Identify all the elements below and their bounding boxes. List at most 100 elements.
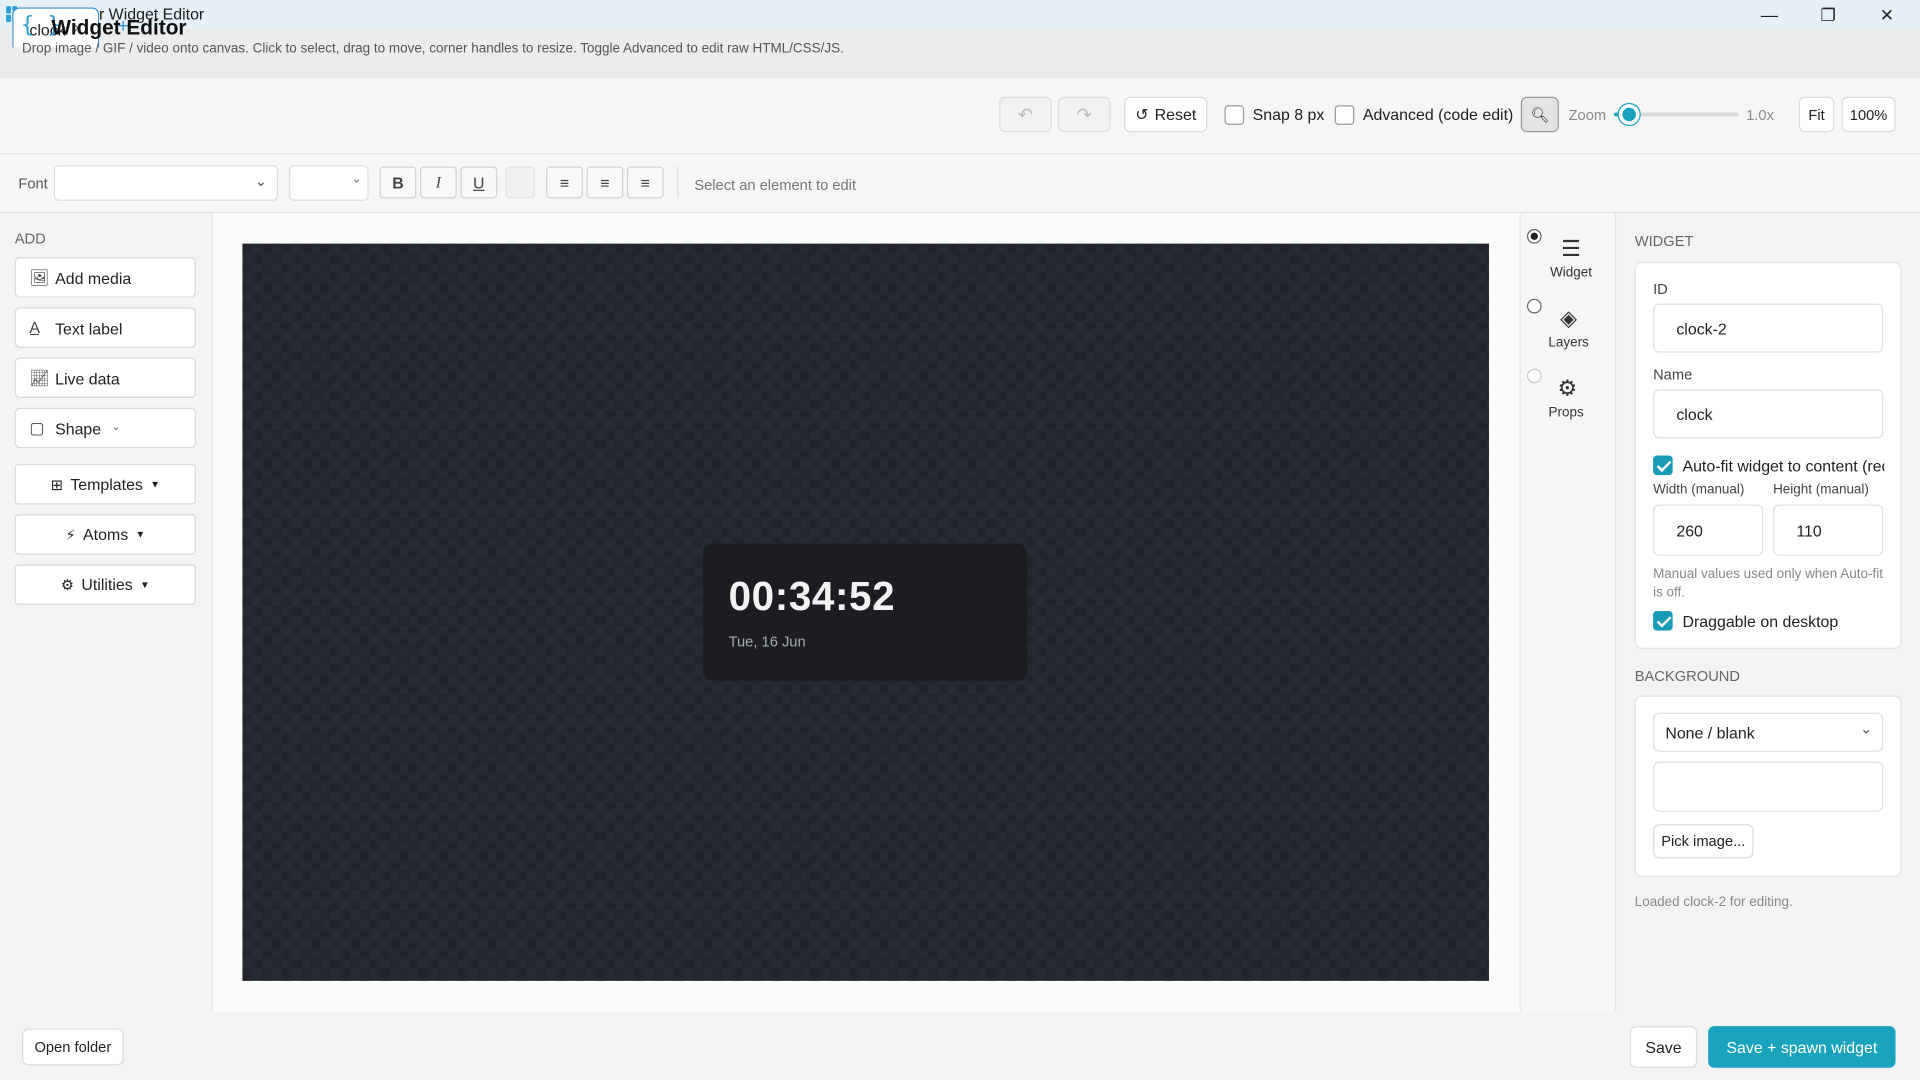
image-icon: 🖼︎: [29, 268, 50, 287]
autofit-checkbox[interactable]: [1653, 455, 1673, 476]
chart-icon: 📈︎: [29, 368, 50, 387]
text-label-label: Text label: [55, 319, 123, 338]
chevron-down-icon: ⌄: [1860, 720, 1873, 738]
align-center-icon: ≡: [600, 173, 610, 192]
align-left-button[interactable]: ≡: [546, 166, 583, 199]
selection-hint: Select an element to edit: [694, 176, 857, 194]
undo-icon: ↶: [1017, 104, 1034, 126]
caret-down-icon: ▼: [140, 579, 150, 591]
atoms-menu-button[interactable]: ⚡︎ Atoms ▼: [14, 514, 196, 555]
manual-note: Manual values used only when Auto-fit is…: [1653, 566, 1883, 601]
grid-icon: ⊞: [50, 475, 63, 493]
italic-button[interactable]: I: [420, 166, 457, 199]
pick-image-button[interactable]: Pick image...: [1653, 824, 1754, 859]
templates-menu-button[interactable]: ⊞ Templates ▼: [14, 464, 196, 505]
minimize-button[interactable]: —: [1741, 0, 1797, 29]
utilities-menu-button[interactable]: ⚙︎ Utilities ▼: [14, 564, 196, 605]
square-icon: ▢: [29, 418, 45, 438]
widget-section-heading: WIDGET: [1634, 232, 1694, 250]
open-folder-button[interactable]: Open folder: [22, 1028, 124, 1066]
zoom-100-button[interactable]: 100%: [1841, 96, 1896, 133]
add-shape-button[interactable]: ▢ Shape ⌄: [14, 407, 196, 449]
nav-props-label[interactable]: Props: [1536, 405, 1597, 420]
panel-switcher: [1520, 213, 1617, 1012]
id-field[interactable]: clock-2: [1653, 303, 1884, 353]
save-spawn-button[interactable]: Save + spawn widget: [1708, 1026, 1896, 1068]
chevron-down-icon: ⌄: [254, 172, 268, 190]
caret-down-icon: ▼: [135, 528, 146, 541]
zoom-label: Zoom: [1568, 106, 1607, 124]
advanced-label: Advanced (code edit): [1362, 105, 1514, 124]
id-label: ID: [1653, 280, 1668, 298]
background-section-heading: BACKGROUND: [1634, 667, 1741, 685]
toolbar-divider: [677, 166, 679, 199]
align-right-button[interactable]: ≡: [626, 166, 664, 199]
advanced-checkbox[interactable]: [1334, 105, 1355, 125]
background-select-value: None / blank: [1665, 723, 1755, 742]
font-size-select[interactable]: ⌄: [288, 165, 369, 201]
restore-button[interactable]: ❐: [1800, 0, 1856, 29]
snap-checkbox[interactable]: [1224, 105, 1245, 125]
font-family-select[interactable]: ⌄: [53, 165, 278, 201]
width-input[interactable]: 260: [1653, 504, 1764, 556]
search-icon: 🔍︎: [1530, 105, 1550, 124]
align-right-icon: ≡: [640, 173, 650, 192]
atom-icon: ⚡︎: [65, 525, 76, 544]
autofit-label: Auto-fit widget to content (rec: [1682, 456, 1885, 476]
font-label: Font: [18, 175, 48, 193]
redo-button[interactable]: ↷: [1057, 96, 1111, 133]
page-title: Widget Editor: [51, 15, 187, 40]
add-media-label: Add media: [55, 269, 132, 288]
chevron-down-icon: ⌄: [111, 420, 121, 433]
add-text-label-button[interactable]: A̲ Text label: [14, 307, 196, 348]
text-icon: A̲: [29, 318, 41, 337]
draggable-checkbox[interactable]: [1653, 611, 1673, 631]
undo-button[interactable]: ↶: [999, 96, 1052, 133]
reset-icon: ↺: [1135, 104, 1149, 124]
nav-widget-label[interactable]: Widget: [1540, 266, 1601, 281]
layers-icon[interactable]: ◈: [1544, 306, 1593, 332]
bold-button[interactable]: B: [379, 166, 417, 199]
height-label: Height (manual): [1773, 482, 1869, 498]
width-label: Width (manual): [1653, 482, 1745, 498]
clock-time-text[interactable]: 00:34:52: [729, 573, 896, 620]
name-field[interactable]: clock: [1653, 389, 1884, 439]
add-live-data-button[interactable]: 📈︎ Live data: [14, 357, 196, 398]
fit-button[interactable]: Fit: [1798, 96, 1835, 133]
name-label: Name: [1653, 366, 1693, 384]
caret-down-icon: ▼: [150, 478, 160, 490]
add-heading: ADD: [14, 230, 46, 248]
list-icon[interactable]: ☰: [1547, 236, 1596, 262]
draggable-label: Draggable on desktop: [1682, 612, 1839, 631]
text-color-swatch[interactable]: [505, 166, 536, 199]
utilities-label: Utilities: [81, 575, 133, 594]
props-radio[interactable]: [1526, 368, 1542, 384]
underline-button[interactable]: U: [460, 166, 498, 199]
atoms-label: Atoms: [83, 525, 129, 544]
snap-label: Snap 8 px: [1252, 105, 1325, 124]
layers-radio[interactable]: [1526, 298, 1542, 314]
align-center-button[interactable]: ≡: [586, 166, 624, 199]
chevron-down-icon: ⌄: [351, 172, 362, 187]
zoom-search-button[interactable]: 🔍︎: [1520, 96, 1559, 133]
reset-button[interactable]: ↺ Reset: [1124, 96, 1208, 133]
background-value-input[interactable]: [1653, 761, 1884, 812]
zoom-value: 1.0x: [1746, 106, 1774, 124]
widget-radio[interactable]: [1526, 228, 1542, 244]
title-bar: [0, 0, 1920, 30]
reset-label: Reset: [1154, 105, 1197, 124]
live-data-label: Live data: [55, 369, 120, 389]
clock-date-text[interactable]: Tue, 16 Jun: [729, 633, 806, 650]
height-input[interactable]: 110: [1773, 504, 1884, 556]
save-button[interactable]: Save: [1629, 1026, 1698, 1068]
redo-icon: ↷: [1076, 104, 1092, 126]
background-select[interactable]: None / blank ⌄: [1653, 712, 1884, 752]
templates-label: Templates: [70, 475, 143, 494]
align-left-icon: ≡: [559, 173, 570, 192]
nav-layers-label[interactable]: Layers: [1538, 336, 1599, 351]
add-media-button[interactable]: 🖼︎ Add media: [14, 257, 196, 298]
close-window-button[interactable]: ✕: [1859, 0, 1915, 29]
gear-icon: ⚙︎: [60, 576, 75, 594]
status-message: Loaded clock-2 for editing.: [1634, 895, 1793, 910]
gear-icon[interactable]: ⚙︎: [1543, 376, 1592, 402]
